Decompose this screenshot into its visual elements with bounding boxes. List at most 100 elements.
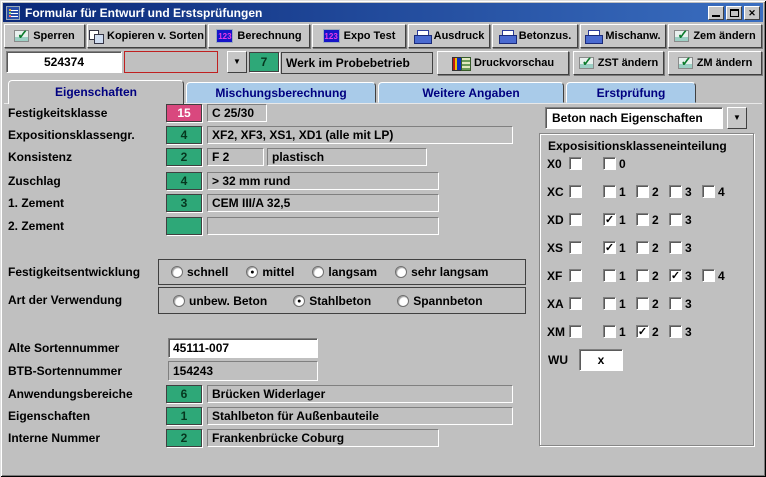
checkbox-xd-2[interactable] bbox=[636, 213, 649, 226]
checkbox-num-label: 1 bbox=[619, 213, 626, 227]
expositionsklassengr-value: XF2, XF3, XS1, XD1 (alle mit LP) bbox=[207, 126, 513, 144]
tab-eigenschaften[interactable]: Eigenschaften bbox=[8, 80, 184, 104]
checkbox-xd-1[interactable]: ✓ bbox=[603, 213, 616, 226]
checkbox-xa-1[interactable] bbox=[603, 297, 616, 310]
checkbox-xc-main[interactable] bbox=[569, 185, 582, 198]
checkbox-xa-2[interactable] bbox=[636, 297, 649, 310]
row-label-xa: XA bbox=[547, 297, 564, 311]
checkbox-xs-3[interactable] bbox=[669, 241, 682, 254]
sperren-button[interactable]: Sperren bbox=[4, 24, 85, 48]
checkbox-xc-1[interactable] bbox=[603, 185, 616, 198]
checkbox-num-label: 3 bbox=[685, 269, 692, 283]
checkbox-xf-3[interactable]: ✓ bbox=[669, 269, 682, 282]
label-alte-sortennummer: Alte Sortennummer bbox=[8, 341, 119, 355]
beton-typ-dropdown-button[interactable]: ▼ bbox=[727, 107, 747, 129]
radio-langsam-label: langsam bbox=[328, 265, 377, 279]
close-button[interactable]: ✕ bbox=[744, 6, 760, 20]
zem-aendern-button[interactable]: Zem ändern bbox=[668, 24, 762, 48]
betonzus-button[interactable]: Betonzus. bbox=[492, 24, 578, 48]
checkbox-xs-main[interactable] bbox=[569, 241, 582, 254]
checkbox-xf-main[interactable] bbox=[569, 269, 582, 282]
label-expositionsklassengr: Expositionsklassengr. bbox=[8, 128, 135, 142]
maximize-button[interactable] bbox=[726, 6, 742, 20]
alte-sortennummer-input[interactable] bbox=[168, 338, 318, 358]
radio-mittel[interactable]: ● mittel bbox=[246, 265, 294, 279]
sort-combo-dropdown-button[interactable]: ▼ bbox=[227, 51, 247, 73]
checkbox-xa-3[interactable] bbox=[669, 297, 682, 310]
tab-mischungsberechnung[interactable]: Mischungsberechnung bbox=[186, 82, 376, 103]
row-label-xc: XC bbox=[547, 185, 564, 199]
festigkeitsentwicklung-radio-group: schnell ● mittel langsam sehr langsam bbox=[158, 259, 526, 285]
app-window: Formular für Entwurf und Erstsprüfungen … bbox=[0, 0, 766, 477]
zement-2-count-badge bbox=[166, 217, 202, 235]
checkbox-xc-2[interactable] bbox=[636, 185, 649, 198]
radio-circle-icon: ● bbox=[246, 266, 258, 278]
checkbox-xm-main[interactable] bbox=[569, 325, 582, 338]
checkbox-xf-4[interactable] bbox=[702, 269, 715, 282]
checkbox-num-label: 2 bbox=[652, 269, 659, 283]
zst-aendern-label: ZST ändern bbox=[598, 57, 659, 69]
status-count-badge: 7 bbox=[249, 52, 279, 72]
title-bar[interactable]: Formular für Entwurf und Erstsprüfungen … bbox=[3, 3, 763, 22]
expo-test-label: Expo Test bbox=[344, 30, 396, 42]
konsistenz-code-value: F 2 bbox=[207, 148, 264, 166]
minimize-button[interactable] bbox=[708, 6, 724, 20]
mischanw-button[interactable]: Mischanw. bbox=[580, 24, 666, 48]
checkbox-xf-1[interactable] bbox=[603, 269, 616, 282]
print-preview-icon bbox=[452, 57, 470, 70]
zem-aendern-label: Zem ändern bbox=[693, 30, 755, 42]
tab-erstpruefung[interactable]: Erstprüfung bbox=[566, 82, 696, 103]
checkbox-xa-main[interactable] bbox=[569, 297, 582, 310]
checkbox-xs-1[interactable]: ✓ bbox=[603, 241, 616, 254]
checkbox-num-label: 2 bbox=[652, 213, 659, 227]
expo-test-button[interactable]: 123 Expo Test bbox=[312, 24, 406, 48]
radio-schnell-label: schnell bbox=[187, 265, 228, 279]
ausdruck-label: Ausdruck bbox=[434, 30, 485, 42]
zuschlag-value: > 32 mm rund bbox=[207, 172, 439, 190]
checkbox-x0-main[interactable] bbox=[569, 157, 582, 170]
sort-combo-field[interactable] bbox=[124, 51, 218, 73]
radio-stahlbeton[interactable]: ● Stahlbeton bbox=[293, 294, 371, 308]
radio-schnell[interactable]: schnell bbox=[171, 265, 228, 279]
radio-circle-icon bbox=[312, 266, 324, 278]
checkbox-x0-0[interactable] bbox=[603, 157, 616, 170]
beton-typ-combo[interactable]: Beton nach Eigenschaften bbox=[545, 107, 723, 129]
radio-sehr-langsam[interactable]: sehr langsam bbox=[395, 265, 488, 279]
kopieren-v-sorten-button[interactable]: Kopieren v. Sorten bbox=[87, 24, 206, 48]
radio-unbew-beton[interactable]: unbew. Beton bbox=[173, 294, 267, 308]
tab-weitere-angaben[interactable]: Weitere Angaben bbox=[378, 82, 564, 103]
checkbox-xc-4[interactable] bbox=[702, 185, 715, 198]
zm-aendern-button[interactable]: ZM ändern bbox=[668, 51, 762, 75]
expositionsklassengr-count-badge: 4 bbox=[166, 126, 202, 144]
radio-spannbeton[interactable]: Spannbeton bbox=[397, 294, 482, 308]
checkbox-xd-main[interactable] bbox=[569, 213, 582, 226]
checkbox-xd-3[interactable] bbox=[669, 213, 682, 226]
festigkeitsklasse-value: C 25/30 bbox=[207, 104, 267, 122]
checkbox-num-label: 2 bbox=[652, 185, 659, 199]
eigenschaften-count-badge: 1 bbox=[166, 407, 202, 425]
app-form-icon bbox=[6, 6, 20, 20]
checkbox-num-label: 1 bbox=[619, 185, 626, 199]
ausdruck-button[interactable]: Ausdruck bbox=[408, 24, 490, 48]
checkbox-xm-3[interactable] bbox=[669, 325, 682, 338]
druckvorschau-button[interactable]: Druckvorschau bbox=[437, 51, 569, 75]
checkbox-xf-2[interactable] bbox=[636, 269, 649, 282]
zst-aendern-button[interactable]: ZST ändern bbox=[573, 51, 664, 75]
calculator-123-icon: 123 bbox=[216, 29, 233, 43]
radio-dot: ● bbox=[250, 269, 254, 276]
checkbox-num-label: 2 bbox=[652, 297, 659, 311]
radio-langsam[interactable]: langsam bbox=[312, 265, 377, 279]
checkbox-xm-2[interactable]: ✓ bbox=[636, 325, 649, 338]
checkbox-xc-3[interactable] bbox=[669, 185, 682, 198]
checkbox-num-label: 3 bbox=[685, 185, 692, 199]
konsistenz-count-badge: 2 bbox=[166, 148, 202, 166]
copy-icon bbox=[89, 30, 103, 43]
sort-number-input[interactable] bbox=[6, 51, 122, 73]
wu-input[interactable] bbox=[579, 349, 623, 371]
art-der-verwendung-radio-group: unbew. Beton ● Stahlbeton Spannbeton bbox=[158, 287, 526, 314]
expositionsklassen-groupbox bbox=[539, 133, 754, 446]
checkbox-num-label: 4 bbox=[718, 269, 725, 283]
checkbox-xs-2[interactable] bbox=[636, 241, 649, 254]
checkbox-xm-1[interactable] bbox=[603, 325, 616, 338]
berechnung-button[interactable]: 123 Berechnung bbox=[208, 24, 310, 48]
